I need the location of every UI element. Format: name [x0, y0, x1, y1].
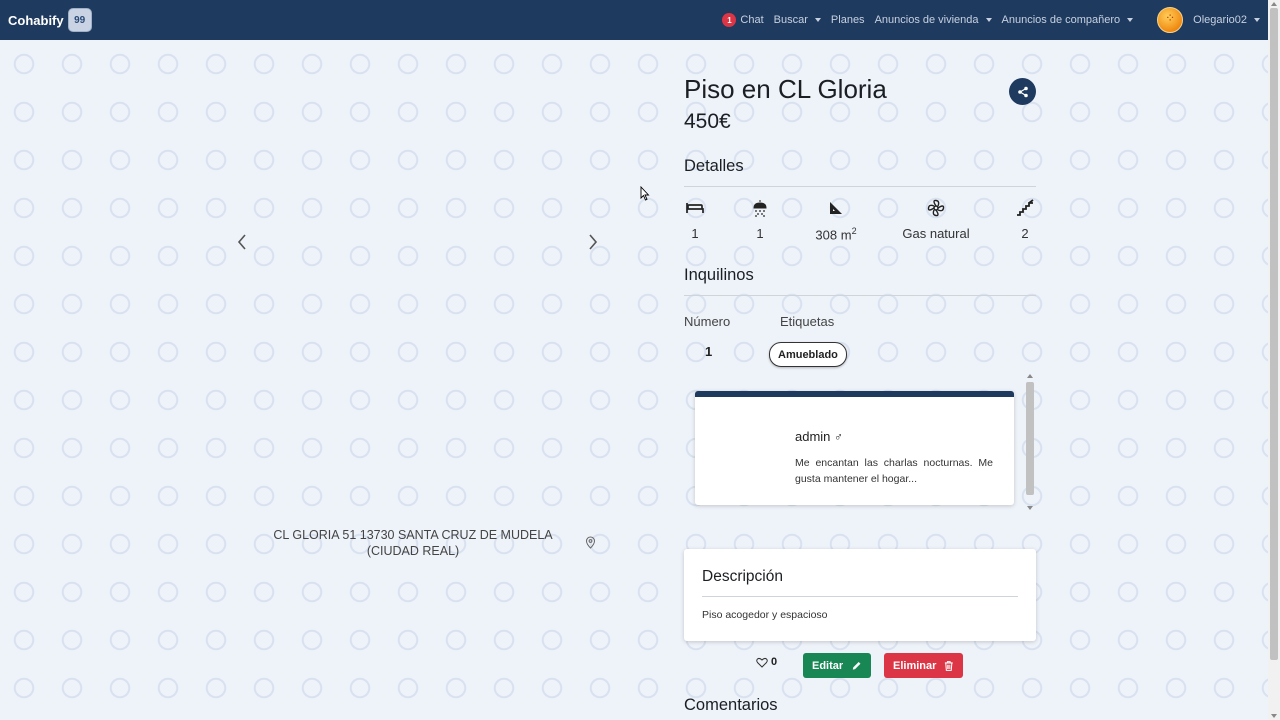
nav-links: 1 Chat Buscar Planes Anuncios de viviend… — [722, 7, 1260, 33]
nav-chat[interactable]: 1 Chat — [722, 13, 764, 27]
nav-anuncios-companero-dropdown[interactable]: Anuncios de compañero — [1002, 14, 1134, 26]
chat-badge: 1 — [722, 13, 737, 27]
brand-logo-icon[interactable]: 99 — [67, 8, 92, 32]
delete-button-label: Eliminar — [893, 659, 937, 672]
listing-address: CL GLORIA 51 13730 SANTA CRUZ DE MUDELA … — [273, 528, 553, 558]
edit-button[interactable]: Editar — [803, 653, 871, 678]
area-icon — [830, 202, 842, 214]
caret-down-icon — [814, 18, 821, 22]
avatar[interactable] — [1157, 7, 1184, 33]
map-pin-icon[interactable] — [585, 536, 596, 554]
share-button[interactable] — [1009, 78, 1036, 105]
divider — [684, 186, 1036, 187]
carousel-prev-button[interactable] — [236, 232, 248, 258]
detail-area: 308 m2 — [796, 198, 876, 242]
mouse-cursor-icon — [640, 185, 650, 206]
caret-down-icon — [1254, 18, 1260, 22]
tenants-number-value: 1 — [705, 344, 713, 359]
tenant-description: Me encantan las charlas nocturnas. Me gu… — [795, 457, 993, 485]
nav-buscar-label[interactable]: Buscar — [774, 14, 808, 26]
trash-icon — [945, 660, 954, 671]
detail-area-value: 308 m2 — [815, 226, 857, 243]
chevron-left-icon[interactable] — [236, 232, 248, 252]
detail-heating-value: Gas natural — [902, 226, 970, 241]
share-icon — [1017, 86, 1028, 97]
nav-anuncios-vivienda-label[interactable]: Anuncios de vivienda — [875, 14, 979, 26]
detail-bathrooms: 1 — [720, 198, 800, 241]
description-text: Piso acogedor y espacioso — [702, 609, 828, 621]
caret-down-icon — [985, 18, 992, 22]
edit-button-label: Editar — [812, 659, 844, 672]
background-pattern — [0, 40, 1268, 720]
delete-button[interactable]: Eliminar — [884, 653, 963, 678]
nav-anuncios-companero-label[interactable]: Anuncios de compañero — [1002, 14, 1121, 26]
divider — [684, 295, 1036, 296]
pencil-icon — [852, 661, 861, 670]
brand-name[interactable]: Cohabify — [8, 13, 64, 28]
nav-planes-label[interactable]: Planes — [831, 14, 865, 26]
username[interactable]: Olegario02 — [1193, 14, 1247, 26]
description-heading: Descripción — [702, 568, 783, 585]
tenant-card[interactable]: admin ♂ Me encantan las charlas nocturna… — [695, 391, 1014, 505]
detail-bathrooms-value: 1 — [756, 226, 764, 241]
fan-icon — [927, 199, 945, 217]
brand[interactable]: Cohabify 99 — [8, 8, 92, 32]
navbar: Cohabify 99 1 Chat Buscar Planes Anuncio… — [0, 0, 1268, 40]
nav-chat-label[interactable]: Chat — [740, 14, 763, 26]
nav-buscar-dropdown[interactable]: Buscar — [774, 14, 821, 26]
description-card: Descripción Piso acogedor y espacioso — [684, 549, 1036, 641]
tenants-number-label: Número — [684, 314, 731, 329]
tag-amueblado: Amueblado — [769, 342, 847, 367]
page-title: Piso en CL Gloria — [684, 74, 887, 104]
stairs-icon — [1017, 199, 1034, 216]
comments-heading: Comentarios — [684, 696, 778, 714]
like-count: 0 — [771, 656, 778, 668]
tenants-heading: Inquilinos — [684, 266, 754, 284]
nav-anuncios-vivienda-dropdown[interactable]: Anuncios de vivienda — [875, 14, 992, 26]
tenants-tags-label: Etiquetas — [780, 314, 835, 329]
detail-floor: 2 — [985, 198, 1065, 241]
listing-price: 450€ — [684, 110, 731, 133]
user-menu-dropdown[interactable]: Olegario02 — [1143, 7, 1260, 33]
shower-icon — [753, 200, 767, 217]
like-button[interactable]: 0 — [756, 656, 777, 668]
tenant-name[interactable]: admin ♂ — [795, 429, 843, 444]
divider — [702, 596, 1018, 597]
carousel-next-button[interactable] — [587, 232, 599, 258]
male-icon: ♂ — [834, 430, 844, 444]
caret-down-icon — [1127, 18, 1134, 22]
detail-heating: Gas natural — [896, 198, 976, 241]
page-scrollbar[interactable] — [1268, 0, 1280, 720]
chevron-right-icon[interactable] — [587, 232, 599, 252]
details-heading: Detalles — [684, 157, 744, 175]
detail-floor-value: 2 — [1021, 226, 1029, 241]
heart-icon[interactable] — [756, 657, 768, 668]
tenants-scrollbar[interactable] — [1025, 373, 1035, 511]
bed-icon — [686, 203, 704, 213]
nav-planes[interactable]: Planes — [831, 14, 865, 26]
